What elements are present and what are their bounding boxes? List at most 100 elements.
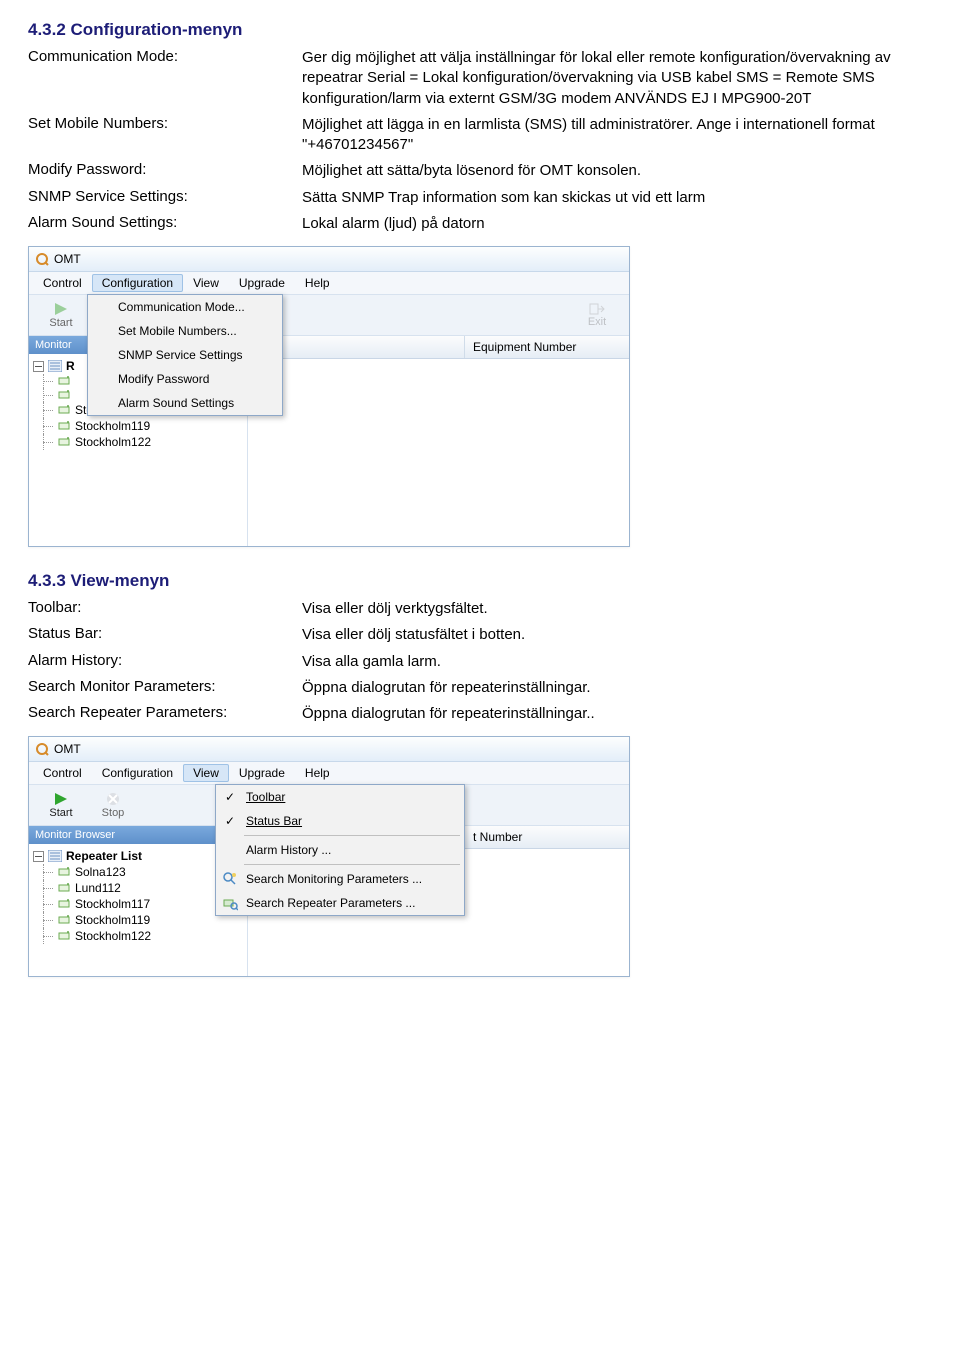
stop-label: Stop <box>102 807 125 819</box>
exit-button[interactable]: Exit <box>571 300 623 330</box>
titlebar[interactable]: OMT <box>29 247 629 272</box>
dd-modify-password[interactable]: Modify Password <box>88 367 282 391</box>
repeater-icon <box>57 436 71 448</box>
search-repeater-icon <box>222 895 238 911</box>
def-value: Lokal alarm (ljud) på datorn <box>302 214 932 234</box>
dd-smp-label: Search Monitoring Parameters ... <box>246 872 422 886</box>
dd-toolbar-label: Toolbar <box>246 790 285 804</box>
def-label: SNMP Service Settings: <box>28 188 302 208</box>
tree-item-label: Stockholm122 <box>75 435 151 449</box>
dd-search-monitoring[interactable]: Search Monitoring Parameters ... <box>216 867 464 891</box>
def-label: Toolbar: <box>28 599 302 619</box>
titlebar[interactable]: OMT <box>29 737 629 762</box>
dd-communication-mode[interactable]: Communication Mode... <box>88 295 282 319</box>
start-button[interactable]: Start <box>35 789 87 821</box>
def-value: Öppna dialogrutan för repeaterinställnin… <box>302 678 932 698</box>
omt-window-config: OMT Control Configuration View Upgrade H… <box>28 246 630 547</box>
menu-view[interactable]: View <box>183 764 229 782</box>
repeater-icon <box>57 420 71 432</box>
config-dropdown: Communication Mode... Set Mobile Numbers… <box>87 294 283 416</box>
repeater-icon <box>57 389 71 401</box>
grid-body <box>248 359 629 539</box>
menu-control[interactable]: Control <box>33 274 92 292</box>
tree-item-label: Stockholm117 <box>75 897 150 911</box>
menu-upgrade[interactable]: Upgrade <box>229 274 295 292</box>
menu-help[interactable]: Help <box>295 274 340 292</box>
tree-root-label: R <box>66 359 75 373</box>
def-value: Öppna dialogrutan för repeaterinställnin… <box>302 704 932 724</box>
start-label: Start <box>49 807 72 819</box>
tree-item-label: Stockholm119 <box>75 913 150 927</box>
def-row: Alarm History: Visa alla gamla larm. <box>28 652 932 672</box>
repeater-icon <box>57 930 71 942</box>
check-icon: ✓ <box>222 789 238 805</box>
def-value: Visa alla gamla larm. <box>302 652 932 672</box>
tree-item[interactable]: Stockholm119 <box>33 912 243 928</box>
dd-alarm-history[interactable]: Alarm History ... <box>216 838 464 862</box>
start-label: Start <box>49 317 72 329</box>
dd-srp-label: Search Repeater Parameters ... <box>246 896 415 910</box>
collapse-icon[interactable] <box>33 851 44 862</box>
def-value: Visa eller dölj verktygsfältet. <box>302 599 932 619</box>
menu-upgrade[interactable]: Upgrade <box>229 764 295 782</box>
window-title: OMT <box>54 742 81 756</box>
menu-control[interactable]: Control <box>33 764 92 782</box>
tree-item-label: Solna123 <box>75 865 126 879</box>
exit-icon <box>588 302 606 316</box>
menu-configuration[interactable]: Configuration <box>92 764 183 782</box>
tree-item-label: Stockholm122 <box>75 929 151 943</box>
play-icon <box>51 791 71 807</box>
dd-alarm-sound[interactable]: Alarm Sound Settings <box>88 391 282 415</box>
repeater-icon <box>57 898 71 910</box>
tree-root[interactable]: Repeater List <box>33 848 243 864</box>
repeater-icon <box>57 882 71 894</box>
stop-button[interactable]: Stop <box>87 789 139 821</box>
def-label: Search Repeater Parameters: <box>28 704 302 724</box>
def-row: Alarm Sound Settings: Lokal alarm (ljud)… <box>28 214 932 234</box>
tree-item[interactable]: Lund112 <box>33 880 243 896</box>
start-button[interactable]: Start <box>35 299 87 331</box>
def-label: Communication Mode: <box>28 48 302 109</box>
section-heading-432: 4.3.2 Configuration-menyn <box>28 20 932 40</box>
play-icon <box>51 301 71 317</box>
menubar: Control Configuration View Upgrade Help … <box>29 272 629 295</box>
tree-root-label: Repeater List <box>66 849 142 863</box>
def-value: Möjlighet att lägga in en larmlista (SMS… <box>302 115 932 156</box>
separator <box>244 864 460 865</box>
collapse-icon[interactable] <box>33 361 44 372</box>
tree-item[interactable]: Stockholm122 <box>33 434 243 450</box>
menu-configuration[interactable]: Configuration <box>92 274 183 292</box>
def-label: Search Monitor Parameters: <box>28 678 302 698</box>
tree-item[interactable]: Stockholm122 <box>33 928 243 944</box>
tree-item-label: Lund112 <box>75 881 121 895</box>
repeater-icon <box>57 866 71 878</box>
menu-view[interactable]: View <box>183 274 229 292</box>
def-value: Sätta SNMP Trap information som kan skic… <box>302 188 932 208</box>
tree-item[interactable]: Stockholm119 <box>33 418 243 434</box>
separator <box>244 835 460 836</box>
tree-item[interactable]: Stockholm117 <box>33 896 243 912</box>
def-label: Status Bar: <box>28 625 302 645</box>
omt-window-view: OMT Control Configuration View Upgrade H… <box>28 736 630 977</box>
list-icon <box>48 360 62 372</box>
tree-item-label: Stockholm119 <box>75 419 150 433</box>
def-row: Modify Password: Möjlighet att sätta/byt… <box>28 161 932 181</box>
dd-search-repeater[interactable]: Search Repeater Parameters ... <box>216 891 464 915</box>
def-label: Alarm Sound Settings: <box>28 214 302 234</box>
menubar: Control Configuration View Upgrade Help … <box>29 762 629 785</box>
def-label: Alarm History: <box>28 652 302 672</box>
dd-toolbar[interactable]: ✓ Toolbar <box>216 785 464 809</box>
definition-list-433: Toolbar: Visa eller dölj verktygsfältet.… <box>28 599 932 724</box>
def-label: Modify Password: <box>28 161 302 181</box>
menu-help[interactable]: Help <box>295 764 340 782</box>
tree-item[interactable]: Solna123 <box>33 864 243 880</box>
col-equipment-number[interactable]: Equipment Number <box>465 336 629 358</box>
def-label: Set Mobile Numbers: <box>28 115 302 156</box>
dd-snmp-settings[interactable]: SNMP Service Settings <box>88 343 282 367</box>
dd-statusbar[interactable]: ✓ Status Bar <box>216 809 464 833</box>
def-row: Communication Mode: Ger dig möjlighet at… <box>28 48 932 109</box>
stop-icon <box>103 791 123 807</box>
dd-set-mobile-numbers[interactable]: Set Mobile Numbers... <box>88 319 282 343</box>
def-value: Ger dig möjlighet att välja inställninga… <box>302 48 932 109</box>
col-equipment-number[interactable]: t Number <box>465 826 629 848</box>
